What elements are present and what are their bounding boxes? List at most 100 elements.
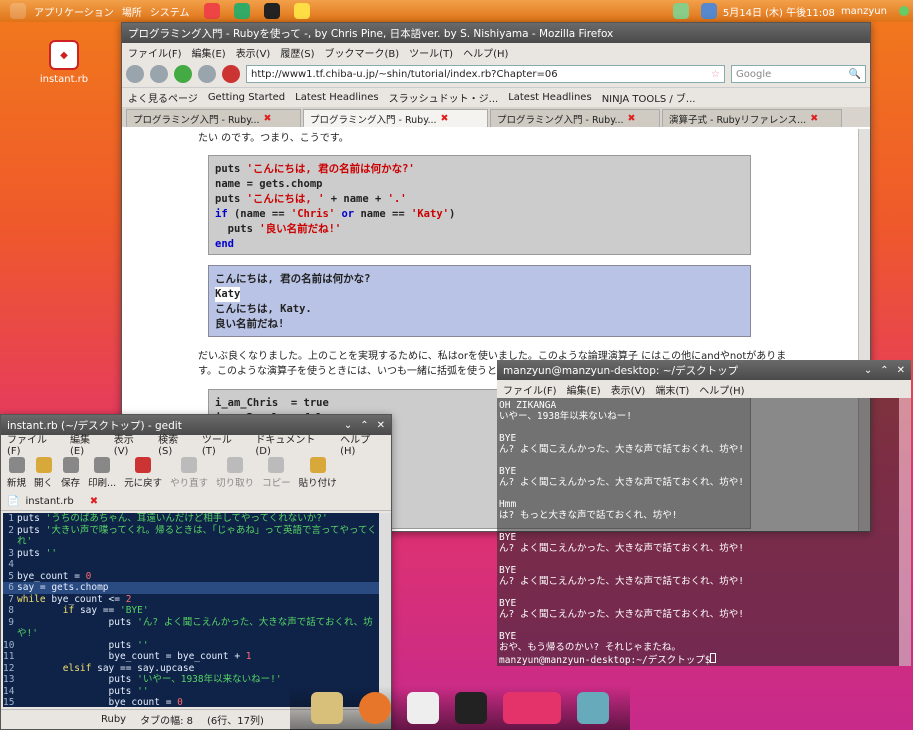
terminal-window: manzyun@manzyun-desktop: ~/デスクトップ ⌄ ⌃ ✕ ファ… (497, 360, 911, 666)
ubuntu-logo-icon[interactable] (10, 3, 26, 19)
open-button[interactable]: 開く (34, 457, 53, 489)
maximize-icon[interactable]: ⌃ (880, 365, 888, 376)
tab-label: 演算子式 - Rubyリファレンス... (669, 114, 807, 126)
reload-icon[interactable] (174, 65, 192, 83)
trash-icon[interactable] (577, 692, 609, 724)
close-tab-icon[interactable]: ✖ (628, 113, 636, 124)
close-tab-icon[interactable]: ✖ (810, 113, 818, 124)
output-line: 良い名前だね! (215, 318, 285, 330)
menu-edit[interactable]: 編集(E) (192, 45, 226, 60)
text-editor-icon[interactable] (311, 692, 343, 724)
search-input[interactable]: Google 🔍 (731, 65, 866, 83)
menu-help[interactable]: ヘルプ(H) (340, 431, 385, 457)
launcher-icon[interactable] (293, 3, 310, 19)
menu-search[interactable]: 検索(S) (158, 431, 192, 457)
menu-view[interactable]: 表示(V) (114, 431, 148, 457)
menu-file[interactable]: ファイル(F) (128, 45, 182, 60)
back-icon[interactable] (126, 65, 144, 83)
desktop-preview-icon[interactable] (503, 692, 561, 724)
close-icon[interactable]: ✕ (377, 420, 385, 431)
terminal-icon[interactable] (455, 692, 487, 724)
tab-width-select[interactable]: タブの幅: 8 (140, 712, 193, 727)
launcher-icon[interactable] (233, 3, 250, 19)
menu-edit[interactable]: 編集(E) (70, 431, 104, 457)
menu-history[interactable]: 履歴(S) (280, 45, 314, 60)
bookmark-item[interactable]: スラッシュドット・ジ... (389, 90, 499, 105)
window-controls: ⌄ ⌃ ✕ (344, 420, 385, 431)
menu-bookmarks[interactable]: ブックマーク(B) (325, 45, 400, 60)
cut-button[interactable]: 切り取り (216, 457, 254, 489)
minimize-icon[interactable]: ⌄ (864, 365, 872, 376)
status-icon[interactable] (899, 6, 909, 16)
paste-button[interactable]: 貼り付け (299, 457, 337, 489)
menu-edit[interactable]: 編集(E) (567, 382, 601, 397)
language-select[interactable]: Ruby (101, 714, 126, 725)
file-icon: 📄 (7, 496, 20, 507)
url-bar[interactable]: http://www1.tf.chiba-u.jp/~shin/tutorial… (246, 65, 725, 83)
editor-scrollbar[interactable] (379, 513, 391, 707)
menu-documents[interactable]: ドキュメント(D) (255, 431, 330, 457)
star-icon[interactable]: ☆ (711, 69, 720, 80)
stop-icon[interactable] (198, 65, 216, 83)
user-name[interactable]: manzyun (841, 6, 887, 17)
gedit-toolbar: 新規 開く 保存 印刷... 元に戻す やり直す 切り取り コピー 貼り付け (1, 453, 391, 493)
code-editor[interactable]: 1 puts 'うちのばあちゃん、耳遠いんだけど相手してやってくれないか?' 2p… (3, 513, 379, 707)
menu-places[interactable]: 場所 (122, 4, 142, 19)
tab-label: プログラミング入門 - Ruby... (497, 114, 624, 126)
bookmark-item[interactable]: Getting Started (208, 92, 285, 103)
redo-button[interactable]: やり直す (170, 457, 208, 489)
browser-tab[interactable]: プログラミング入門 - Ruby... ✖ (490, 109, 660, 127)
launcher-icon[interactable] (203, 3, 220, 19)
menu-terminal[interactable]: 端末(T) (655, 382, 689, 397)
close-tab-icon[interactable]: ✖ (264, 113, 272, 124)
close-tab-icon[interactable]: ✖ (441, 113, 449, 124)
home-icon[interactable] (222, 65, 240, 83)
maximize-icon[interactable]: ⌃ (360, 420, 368, 431)
notes-icon[interactable] (407, 692, 439, 724)
document-tab[interactable]: 📄 instant.rb ✖ (1, 493, 391, 511)
launcher-icon[interactable] (263, 3, 280, 19)
menu-file[interactable]: ファイル(F) (7, 431, 60, 457)
close-icon[interactable]: ✕ (897, 365, 905, 376)
firefox-icon[interactable] (359, 692, 391, 724)
save-icon (62, 457, 79, 473)
close-tab-icon[interactable]: ✖ (90, 496, 98, 507)
copy-button[interactable]: コピー (262, 457, 291, 489)
minimize-icon[interactable]: ⌄ (344, 420, 352, 431)
search-placeholder: Google (736, 68, 772, 80)
terminal-output[interactable]: OH ZIKANGA いやー、1938年以来ないねー! BYE ん? よく聞こえ… (497, 398, 899, 666)
terminal-scrollbar[interactable] (899, 398, 911, 666)
menu-tools[interactable]: ツール(T) (202, 431, 245, 457)
bookmark-item[interactable]: よく見るページ (128, 90, 198, 105)
menu-help[interactable]: ヘルプ(H) (463, 45, 508, 60)
clock[interactable]: 5月14日 (木) 午後11:08 (723, 4, 835, 19)
firefox-titlebar[interactable]: プログラミング入門 - Rubyを使って -, by Chris Pine, 日… (122, 23, 870, 43)
browser-tab[interactable]: プログラミング入門 - Ruby... ✖ (126, 109, 301, 127)
menu-view[interactable]: 表示(V) (236, 45, 271, 60)
bookmark-item[interactable]: Latest Headlines (295, 92, 379, 103)
menu-applications[interactable]: アプリケーション (34, 4, 114, 19)
browser-tab[interactable]: 演算子式 - Rubyリファレンス... ✖ (662, 109, 842, 127)
desktop-file-instant-rb[interactable]: ◆ instant.rb (34, 40, 94, 85)
terminal-titlebar[interactable]: manzyun@manzyun-desktop: ~/デスクトップ ⌄ ⌃ ✕ (497, 360, 911, 380)
save-button[interactable]: 保存 (61, 457, 80, 489)
menu-help[interactable]: ヘルプ(H) (699, 382, 744, 397)
window-title: manzyun@manzyun-desktop: ~/デスクトップ (503, 364, 739, 377)
button-label: 開く (34, 478, 54, 489)
bookmark-item[interactable]: Latest Headlines (508, 92, 592, 103)
print-button[interactable]: 印刷... (88, 457, 116, 489)
menu-view[interactable]: 表示(V) (611, 382, 646, 397)
forward-icon[interactable] (150, 65, 168, 83)
new-button[interactable]: 新規 (7, 457, 26, 489)
menu-tools[interactable]: ツール(T) (409, 45, 453, 60)
tab-label: プログラミング入門 - Ruby... (310, 114, 437, 126)
menu-file[interactable]: ファイル(F) (503, 382, 557, 397)
bookmark-item[interactable]: NINJA TOOLS / ブ... (602, 90, 696, 105)
browser-tab-active[interactable]: プログラミング入門 - Ruby... ✖ (303, 109, 488, 127)
paste-icon (309, 457, 326, 473)
info-icon[interactable] (700, 3, 717, 19)
menu-system[interactable]: システム (150, 4, 190, 19)
network-icon[interactable] (672, 3, 689, 19)
undo-button[interactable]: 元に戻す (124, 457, 162, 489)
search-icon[interactable]: 🔍 (849, 69, 861, 80)
